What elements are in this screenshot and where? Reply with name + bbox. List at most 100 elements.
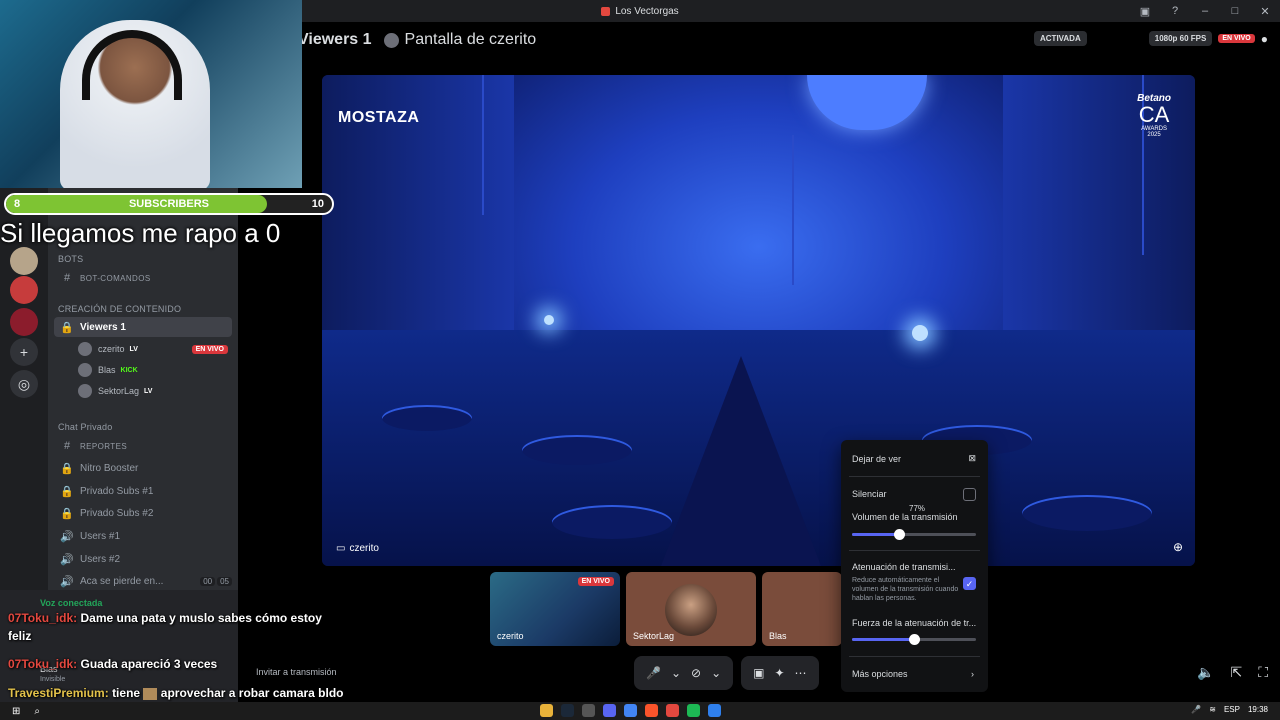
stream-video[interactable]: MOSTAZA Betano CA AWARDS 2025 ▭ czerito … [322,75,1195,566]
discover-icon[interactable]: ◎ [10,370,38,398]
attenuation-item[interactable]: Atenuación de transmisi... [852,562,978,572]
attenuation-checkbox[interactable]: ✓ [963,577,976,590]
category-content[interactable]: CREACIÓN DE CONTENIDO [58,304,181,314]
voice-user-czerito[interactable]: czerito LV EN VIVO [78,339,228,359]
chevron-down-icon[interactable]: ⌄ [711,666,721,680]
zoom-icon[interactable]: ⊕ [1173,540,1183,554]
add-server-icon[interactable]: + [10,338,38,366]
video-dome [807,75,927,130]
chrome-icon[interactable] [624,704,637,717]
volume-slider-knob[interactable] [894,529,906,540]
chat-text: tiene [112,686,141,700]
camera-off-icon[interactable]: ⊘ [691,666,701,680]
emote-icon [143,687,158,700]
mute-checkbox[interactable] [963,488,976,501]
channel-privado-subs-1[interactable]: 🔒 Privado Subs #1 [54,481,232,501]
chat-text: Guada apareció 3 veces [80,657,218,671]
webcam-overlay [0,0,302,188]
popout-icon[interactable]: ⇱ [1230,664,1242,681]
voice-user-blas[interactable]: Blas KICK [78,360,138,380]
volume-slider[interactable] [852,529,976,540]
mute-item[interactable]: Silenciar [852,489,978,499]
attenuation-strength-slider[interactable] [852,634,976,645]
lock-icon: 🔒 [60,462,74,475]
video-table [522,435,632,465]
channel-bot-comandos[interactable]: # BOT-COMANDOS [54,268,232,288]
screen-share-icon[interactable]: ▣ [753,666,764,680]
more-icon[interactable]: ⋯ [795,666,807,680]
user-name: Blas [98,365,116,375]
video-chandelier [792,135,794,285]
app-icon[interactable] [708,704,721,717]
close-button[interactable]: ✕ [1250,5,1280,18]
maximize-button[interactable]: □ [1220,5,1250,17]
share-controls[interactable]: ▣ ✦ ⋯ [741,656,819,690]
server-icon[interactable] [10,247,38,275]
os-taskbar: ⊞ ⌕ 🎤 ≋ ESP 19:38 [0,702,1280,720]
channel-reportes[interactable]: # REPORTES [54,436,232,456]
spotify-icon[interactable] [687,704,700,717]
chat-message: 07Toku_idk: Guada apareció 3 veces [8,657,217,671]
participant-tile-blas[interactable]: Blas [762,572,842,646]
app-icon[interactable] [582,704,595,717]
channel-users-1[interactable]: 🔊 Users #1 [54,526,232,546]
attenuation-slider-knob[interactable] [909,634,920,645]
divider [849,656,980,657]
lock-icon: 🔒 [60,321,74,334]
chat-message: TravestiPremium: tiene aprovechar a roba… [8,686,344,700]
quality-badge[interactable]: 1080p 60 FPS [1148,31,1213,46]
channel-viewers-1[interactable]: 🔒 Viewers 1 [54,317,232,337]
channel-name: Viewers 1 [298,31,372,48]
mic-controls[interactable]: 🎤 ⌄ ⊘ ⌄ [634,656,734,690]
volume-tooltip: 77% [904,502,931,515]
divider [849,476,980,477]
category-bots[interactable]: BOTS [58,254,83,264]
wifi-icon[interactable]: ≋ [1209,705,1216,714]
clock[interactable]: 19:38 [1248,705,1268,714]
participant-tile-czerito[interactable]: EN VIVO czerito [490,572,620,646]
avatar [665,584,717,636]
category-private[interactable]: Chat Privado [58,422,112,432]
attenuation-strength-label: Fuerza de la atenuación de tr... [852,618,977,628]
windows-start-icon[interactable]: ⊞ [12,706,20,717]
invite-stream-button[interactable]: Invitar a transmisión [256,667,337,677]
more-options-item[interactable]: Más opciones › [852,669,978,679]
live-badge: EN VIVO [191,344,228,354]
chevron-down-icon[interactable]: ⌄ [671,666,681,680]
language-indicator[interactable]: ESP [1224,705,1240,714]
user-name: SektorLag [98,386,140,396]
channel-aca-se-pierde[interactable]: 🔊 Aca se pierde en... 00 05 [54,571,232,591]
call-controls: 🎤 ⌄ ⊘ ⌄ ▣ ✦ ⋯ [634,656,819,690]
stop-watching-item[interactable]: Dejar de ver ⊠ [852,453,978,464]
video-brand-logo: MOSTAZA [338,109,420,126]
help-icon[interactable]: ? [1160,5,1190,17]
video-light [912,325,928,341]
voice-user-sektorlag[interactable]: SektorLag LV [78,381,152,401]
activated-badge: ACTIVADA [1034,31,1087,46]
system-tray: 🎤 ≋ ESP 19:38 [1191,705,1268,714]
server-icon[interactable] [10,276,38,304]
brave-icon[interactable] [645,704,658,717]
search-icon[interactable]: ⌕ [34,706,40,717]
file-explorer-icon[interactable] [540,704,553,717]
stream-options-menu: Dejar de ver ⊠ Silenciar Volumen de la t… [841,440,988,692]
chat-bubble-icon[interactable]: ● [1261,32,1268,46]
close-stream-icon[interactable]: ⊠ [968,453,976,464]
channel-privado-subs-2[interactable]: 🔒 Privado Subs #2 [54,503,232,523]
media-icon[interactable] [666,704,679,717]
activities-icon[interactable]: ✦ [774,666,784,680]
server-icon[interactable] [10,308,38,336]
inbox-icon[interactable]: ▣ [1130,5,1160,18]
volume-icon[interactable]: 🔈 [1197,664,1214,681]
minimize-button[interactable]: – [1190,5,1220,17]
fullscreen-icon[interactable]: ⛶ [1258,664,1268,681]
participant-tile-sektorlag[interactable]: SektorLag [626,572,756,646]
microphone-icon[interactable]: 🎤 [646,666,661,680]
chat-message: 07Toku_idk: Dame una pata y muslo sabes … [8,611,322,625]
channel-nitro-booster[interactable]: 🔒 Nitro Booster [54,458,232,478]
channel-users-2[interactable]: 🔊 Users #2 [54,549,232,569]
discord-icon[interactable] [603,704,616,717]
steam-icon[interactable] [561,704,574,717]
microphone-tray-icon[interactable]: 🎤 [1191,705,1201,714]
goal-caption: Si llegamos me rapo a 0 [0,218,281,248]
